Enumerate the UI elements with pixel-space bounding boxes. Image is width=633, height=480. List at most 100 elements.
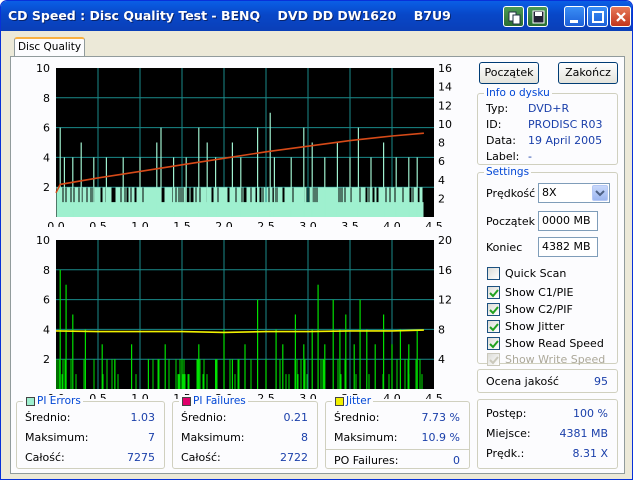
x-tick-label: 3.0 — [299, 392, 317, 399]
x-tick-label: 4.0 — [383, 220, 401, 227]
start-button[interactable]: Początek — [479, 62, 539, 84]
pi-failures-chart: 0.00.51.01.52.02.53.03.54.04.52468104812… — [36, 234, 452, 399]
progress-group: Postęp: 100 % Miejsce: 4381 MB Prędk.: 8… — [477, 399, 618, 469]
disc-date-label: Data: — [486, 134, 516, 147]
save-icon[interactable] — [527, 6, 548, 27]
end-mb-input[interactable]: 4382 MB — [538, 237, 598, 257]
app-window: CD Speed : Disc Quality Test - BENQ DVD … — [0, 0, 633, 480]
y-right-tick-label: 2 — [438, 192, 445, 205]
pi-failures-total-value: 2722 — [280, 451, 308, 464]
settings-group: Settings Prędkość 8X Początek 0000 MB Ko… — [477, 166, 618, 366]
y-right-tick-label: 16 — [438, 264, 452, 277]
jitter-swatch — [335, 397, 344, 406]
quality-label: Ocena jakość — [486, 375, 559, 388]
disc-id-value: PRODISC R03 — [528, 118, 603, 131]
x-tick-label: 2.5 — [257, 220, 275, 227]
disc-quality-panel: 0.0 0.5 1.0 1.5 2.0 2.5 3.0 3.5 4.0 4.5 2 4 6 8 10 2 4 6 8… — [10, 56, 625, 474]
pi-failures-max-value: 8 — [301, 431, 308, 444]
progress-label: Postęp: — [486, 407, 527, 420]
x-tick-label: 1.0 — [131, 220, 149, 227]
disc-id-label: ID: — [486, 118, 502, 131]
pi-failures-swatch — [182, 397, 191, 406]
disc-label-value: - — [528, 150, 532, 163]
disc-info-title: Info o dysku — [484, 87, 552, 99]
y-right-tick-label: 12 — [438, 99, 452, 112]
start-mb-input[interactable]: 0000 MB — [538, 211, 598, 231]
chevron-down-icon[interactable] — [592, 185, 608, 201]
exit-button[interactable]: Zakończ — [558, 62, 618, 84]
copy-icon[interactable] — [503, 6, 524, 27]
disc-label-label: Label: — [486, 150, 520, 163]
quick-scan-checkbox[interactable] — [487, 267, 500, 280]
pi-errors-avg-value: 1.03 — [130, 411, 156, 424]
pi-errors-max-label: Maksimum: — [25, 431, 89, 444]
speed-value: 8X — [542, 186, 557, 199]
jitter-group: Jitter Średnio: 7.73 % Maksimum: 10.9 % … — [325, 395, 470, 469]
pi-failures-max-label: Maksimum: — [181, 431, 245, 444]
close-icon[interactable] — [610, 6, 631, 27]
show-pie-label: Show C1/PIE — [505, 286, 574, 299]
pi-errors-total-label: Całość: — [25, 451, 65, 464]
jitter-separator — [326, 449, 469, 450]
pi-errors-group: PI Errors Średnio: 1.03 Maksimum: 7 Cało… — [16, 395, 165, 469]
x-tick-label: 3.0 — [299, 220, 317, 227]
plot-area — [56, 68, 434, 217]
disc-info-group: Info o dysku Typ: DVD+R ID: PRODISC R03 … — [477, 87, 618, 165]
jitter-avg-label: Średnio: — [334, 411, 380, 424]
pi-failures-group: PI Failures Średnio: 0.21 Maksimum: 8 Ca… — [172, 395, 318, 469]
y-right-tick-label: 4 — [438, 353, 445, 366]
show-read-speed-checkbox[interactable] — [487, 337, 500, 350]
title-bar[interactable]: CD Speed : Disc Quality Test - BENQ DVD … — [1, 1, 632, 31]
x-tick-label: 1.0 — [131, 392, 149, 399]
show-write-speed-label: Show Write Speed — [505, 353, 606, 366]
minimize-icon[interactable] — [564, 6, 585, 27]
show-read-speed-label: Show Read Speed — [505, 337, 604, 350]
x-tick-label: 4.5 — [425, 392, 443, 399]
pi-errors-max-value: 7 — [148, 431, 155, 444]
disc-type-label: Typ: — [486, 102, 509, 115]
y-left-tick-label: 4 — [43, 151, 50, 164]
y-left-tick-label: 8 — [43, 92, 50, 105]
end-mb-label: Koniec — [486, 241, 523, 254]
po-failures-label: PO Failures: — [334, 454, 399, 467]
x-tick-label: 4.0 — [383, 392, 401, 399]
x-tick-label: 2.0 — [215, 220, 233, 227]
y-right-tick-label: 14 — [438, 81, 452, 94]
position-label: Miejsce: — [486, 427, 531, 440]
show-jitter-checkbox[interactable] — [487, 320, 500, 333]
show-write-speed-checkbox — [487, 353, 500, 366]
show-jitter-label: Show Jitter — [505, 320, 565, 333]
speed-label: Prędkość — [486, 187, 536, 200]
y-left-tick-label: 2 — [43, 353, 50, 366]
x-tick-label: 1.5 — [173, 220, 191, 227]
tab-disc-quality[interactable]: Disc Quality — [14, 37, 85, 57]
speed-select[interactable]: 8X — [538, 183, 610, 203]
position-value: 4381 MB — [559, 427, 608, 440]
y-right-tick-label: 12 — [438, 294, 452, 307]
y-right-tick-label: 8 — [438, 323, 445, 336]
pi-errors-avg-label: Średnio: — [25, 411, 71, 424]
pi-failures-avg-value: 0.21 — [283, 411, 309, 424]
maximize-icon[interactable] — [587, 6, 608, 27]
speed-now-label: Prędk.: — [486, 447, 525, 460]
po-failures-value: 0 — [453, 454, 460, 467]
disc-type-value: DVD+R — [528, 102, 570, 115]
y-right-tick-label: 16 — [438, 62, 452, 75]
y-right-tick-label: 20 — [438, 234, 452, 247]
settings-title: Settings — [484, 166, 532, 178]
y-right-tick-label: 10 — [438, 118, 452, 131]
x-tick-label: 2.5 — [257, 392, 275, 399]
y-left-tick-label: 8 — [43, 264, 50, 277]
quick-scan-label: Quick Scan — [505, 267, 567, 280]
show-pie-checkbox[interactable] — [487, 286, 500, 299]
y-right-tick-label: 8 — [438, 137, 445, 150]
show-pif-checkbox[interactable] — [487, 303, 500, 316]
speed-now-value: 8.31 X — [572, 447, 608, 460]
y-right-tick-label: 6 — [438, 155, 445, 168]
jitter-avg-value: 7.73 % — [421, 411, 460, 424]
quality-group: Ocena jakość 95 — [477, 369, 618, 393]
quality-value: 95 — [594, 375, 608, 388]
y-right-tick-label: 4 — [438, 174, 445, 187]
x-tick-label: 0.0 — [47, 220, 65, 227]
y-left-tick-label: 6 — [43, 294, 50, 307]
